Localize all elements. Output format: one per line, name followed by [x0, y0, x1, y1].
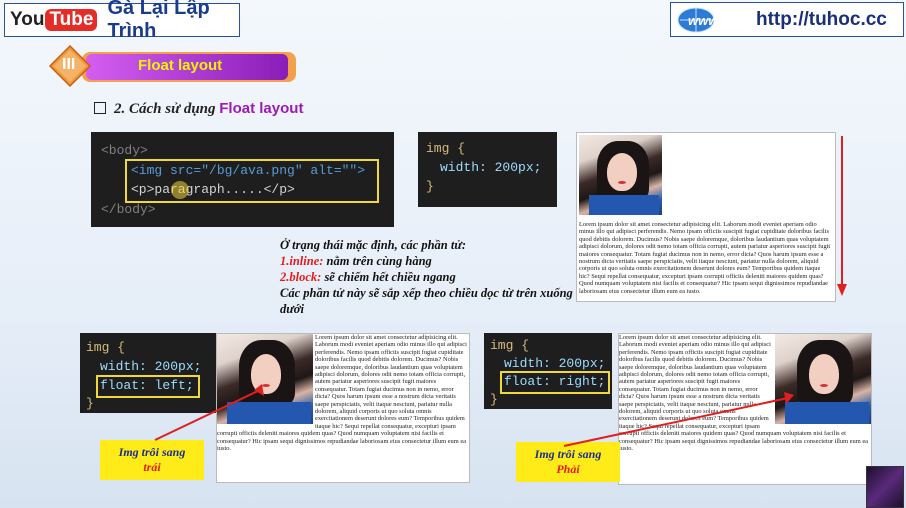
arrow-left-icon	[154, 384, 264, 441]
css-selector: img {	[426, 141, 466, 156]
arrow-right-icon	[563, 392, 794, 447]
site-url: http://tuhoc.cc	[756, 8, 887, 30]
checkbox-bullet-icon	[94, 102, 106, 114]
desc-intro: Ở trạng thái mặc định, các phần tử:	[280, 238, 466, 252]
note-float-left: Img trôi sang trái	[100, 440, 204, 480]
css-float-right-prop: float: right;	[504, 374, 606, 389]
section-title: Float layout	[138, 57, 223, 74]
code-img-line: <img src="/bg/ava.png" alt="">	[131, 163, 366, 178]
subheading-highlight: Float layout	[219, 100, 304, 117]
desc-inline: 1.inline: nằm trên cùng hàng	[280, 254, 432, 268]
subheading: 2. Cách sử dụng Float layout	[94, 100, 303, 118]
subheading-prefix: 2. Cách sử dụng	[114, 101, 216, 117]
desc-outro: Các phần tử này sẽ sắp xếp theo chiều dọ…	[280, 286, 573, 316]
section-number: III	[62, 56, 76, 73]
youtube-logo-you: You	[10, 9, 45, 30]
website-banner: www http://tuhoc.cc	[670, 2, 904, 37]
channel-name: Gà Lại Lập Trình	[107, 0, 210, 42]
sample-photo	[579, 135, 662, 215]
www-globe-icon: www	[677, 7, 719, 32]
css-close: }	[490, 392, 498, 407]
default-layout-sample: Lorem ipsum dolor sit amet consectetur a…	[576, 132, 836, 302]
code-body-close: </body>	[101, 202, 156, 217]
default-behavior-description: Ở trạng thái mặc định, các phần tử: 1.in…	[280, 237, 580, 317]
down-arrow-icon	[837, 136, 847, 296]
youtube-channel-banner: You Tube Gà Lại Lập Trình	[4, 0, 240, 42]
css-width-prop: width: 200px;	[440, 160, 542, 175]
sample-paragraph: Lorem ipsum dolor sit amet consectetur a…	[579, 221, 831, 295]
html-code-block: <body> <img src="/bg/ava.png" alt=""> <p…	[91, 132, 394, 227]
desc-block: 2.block: sẽ chiếm hết chiều ngang	[280, 270, 456, 284]
www-label: www	[688, 13, 719, 28]
css-width-code-block: img { width: 200px; }	[418, 132, 557, 207]
cursor-highlight	[171, 181, 189, 199]
code-body-open: <body>	[101, 143, 148, 158]
css-close: }	[86, 396, 94, 411]
css-selector: img {	[86, 340, 126, 355]
css-selector: img {	[490, 338, 530, 353]
code-p-line: <p>paragraph.....</p>	[131, 182, 295, 197]
css-close: }	[426, 179, 434, 194]
css-width-prop: width: 200px;	[100, 359, 202, 374]
youtube-logo-tube: Tube	[45, 9, 98, 31]
channel-avatar	[866, 466, 904, 508]
